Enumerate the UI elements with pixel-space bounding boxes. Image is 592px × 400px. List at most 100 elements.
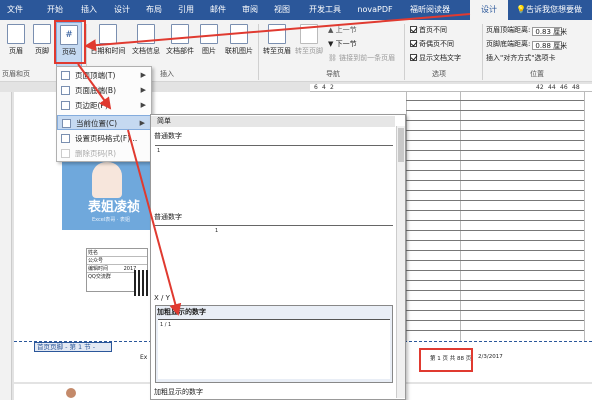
table-grid-line — [406, 290, 584, 291]
calendar-icon — [99, 24, 117, 44]
table-grid-line — [406, 250, 584, 251]
menu-item-current-position[interactable]: 当前位置(C) ▶ — [57, 115, 151, 130]
gallery-item-caption: 普通数字 — [154, 213, 182, 221]
tab-references[interactable]: 引用 — [174, 0, 198, 20]
insert-alignment-tab-button[interactable]: 插入"对齐方式"选项卡 — [486, 53, 555, 63]
cover-subtitle: Excel表哥 · 表姐 — [92, 217, 131, 223]
different-first-page-checkbox[interactable]: 首页不同 — [410, 25, 447, 35]
tell-me-box[interactable]: 💡告诉我您想要做 — [516, 0, 592, 20]
table-grid-line — [406, 110, 584, 111]
tab-view[interactable]: 视图 — [270, 0, 294, 20]
doc-info-icon — [137, 24, 155, 44]
group-label-options: 选项 — [432, 70, 446, 78]
remove-page-number-icon — [61, 149, 70, 158]
table-grid-line — [406, 330, 584, 331]
tab-home[interactable]: 开始 — [42, 0, 68, 20]
table-grid-line — [406, 210, 584, 211]
tab-novapdf[interactable]: novaPDF — [352, 0, 398, 20]
footer-left-text: Ex — [140, 354, 148, 361]
checkbox-checked-icon — [410, 54, 417, 61]
tab-header-footer-design[interactable]: 设计 — [470, 0, 508, 20]
tab-developer[interactable]: 开发工具 — [304, 0, 346, 20]
group-label-position: 位置 — [530, 70, 544, 78]
table-grid-line — [406, 220, 584, 221]
first-page-footer-tag: 首页页脚 - 第 1 节 - — [34, 342, 112, 352]
table-row: 姓名 — [87, 249, 147, 257]
table-grid-line — [406, 130, 584, 131]
picture-icon — [200, 24, 218, 44]
goto-header-button[interactable]: 转至页眉 — [262, 24, 292, 56]
scrollbar-thumb[interactable] — [398, 128, 404, 162]
goto-header-icon — [268, 24, 286, 44]
table-grid-line — [406, 140, 584, 141]
group-label-insert: 插入 — [160, 70, 174, 78]
table-grid-line — [406, 310, 584, 311]
horizontal-ruler: 6 4 2 42 44 46 48 — [310, 84, 592, 92]
table-grid-line — [406, 230, 584, 231]
footer-date-text: 2/3/2017 — [478, 354, 503, 360]
gallery-section-xy: X / Y — [154, 294, 170, 302]
table-grid-line — [406, 320, 584, 321]
qr-code-image — [134, 270, 150, 296]
vertical-ruler — [0, 92, 12, 400]
page-margins-icon — [61, 101, 70, 110]
current-position-icon — [62, 119, 71, 128]
goto-footer-button[interactable]: 转至页脚 — [294, 24, 324, 56]
previous-section-button[interactable]: ▲ 上一节 — [328, 25, 357, 35]
chevron-right-icon: ▶ — [139, 119, 145, 127]
chevron-right-icon: ▶ — [140, 101, 146, 109]
gallery-item-caption: 普通数字 — [154, 132, 182, 140]
footer-distance-field[interactable]: 页脚底端距离: 0.88 厘米 — [486, 39, 567, 50]
cover-title: 表姐凌祯 — [88, 200, 141, 215]
gallery-item-bold-number[interactable]: 加粗显示的数字 1 / 1 — [155, 305, 393, 383]
gallery-item-plain-number[interactable]: 1 — [155, 145, 393, 207]
chevron-right-icon: ▶ — [140, 71, 146, 79]
tab-mailings[interactable]: 邮件 — [206, 0, 230, 20]
link-to-previous-button[interactable]: ⛓ 链接到前一条页眉 — [328, 53, 395, 63]
page-number-gallery: 简单 普通数字 1 普通数字 1 X / Y 加粗显示的数字 1 / 1 加粗显… — [150, 114, 406, 400]
table-grid-line — [406, 280, 584, 281]
divider — [482, 24, 483, 80]
menu-item-top-of-page[interactable]: 页面顶端(T) ▶ — [57, 68, 151, 83]
table-grid-line — [406, 200, 584, 201]
table-grid-line — [406, 170, 584, 171]
header-distance-field[interactable]: 页眉顶端距离: 0.83 厘米 — [486, 25, 567, 36]
menu-item-bottom-of-page[interactable]: 页面底端(B) ▶ — [57, 83, 151, 98]
online-picture-icon — [230, 24, 248, 44]
table-grid-line — [406, 300, 584, 301]
picture-button[interactable]: 图片 — [198, 24, 220, 56]
group-label-navigation: 导航 — [326, 70, 340, 78]
tab-design[interactable]: 设计 — [110, 0, 134, 20]
menu-item-remove-page-numbers[interactable]: 删除页码(R) — [57, 146, 151, 161]
header-button[interactable]: 页眉 — [5, 24, 27, 56]
table-grid-line — [406, 240, 584, 241]
annotation-box-page-number — [54, 20, 86, 64]
ribbon-tab-bar: 文件 开始 插入 设计 布局 引用 邮件 审阅 视图 开发工具 novaPDF … — [0, 0, 592, 20]
goto-footer-icon — [300, 24, 318, 44]
gallery-item-caption: 加粗显示的数字 — [154, 388, 203, 396]
page-top-icon — [61, 71, 70, 80]
doc-info-button[interactable]: 文档信息 — [130, 24, 162, 56]
odd-even-checkbox[interactable]: 奇偶页不同 — [410, 39, 454, 49]
footer-button[interactable]: 页脚 — [31, 24, 53, 56]
show-doc-text-checkbox[interactable]: 显示文档文字 — [410, 53, 461, 63]
tab-review[interactable]: 审阅 — [238, 0, 262, 20]
header-icon — [7, 24, 25, 44]
online-picture-button[interactable]: 联机图片 — [222, 24, 256, 56]
menu-item-format-page-numbers[interactable]: 设置页码格式(F)... — [57, 131, 151, 146]
date-time-button[interactable]: 日期和时间 — [88, 24, 128, 56]
chevron-right-icon: ▶ — [140, 86, 146, 94]
tab-file[interactable]: 文件 — [4, 0, 26, 20]
avatar — [66, 388, 76, 398]
tab-layout[interactable]: 布局 — [142, 0, 166, 20]
doc-parts-button[interactable]: 文档部件 — [164, 24, 196, 56]
next-section-button[interactable]: ▼ 下一节 — [328, 39, 357, 49]
gallery-scrollbar[interactable] — [396, 126, 405, 398]
gallery-item-plain-number-2[interactable]: 1 — [155, 225, 393, 287]
menu-item-page-margins[interactable]: 页边距(P) ▶ — [57, 98, 151, 113]
table-grid-line — [406, 100, 584, 101]
table-row: 公众号 — [87, 257, 147, 265]
tab-insert[interactable]: 插入 — [76, 0, 102, 20]
tab-foxit-reader[interactable]: 福昕阅读器 — [406, 0, 454, 20]
table-grid-line — [406, 160, 584, 161]
